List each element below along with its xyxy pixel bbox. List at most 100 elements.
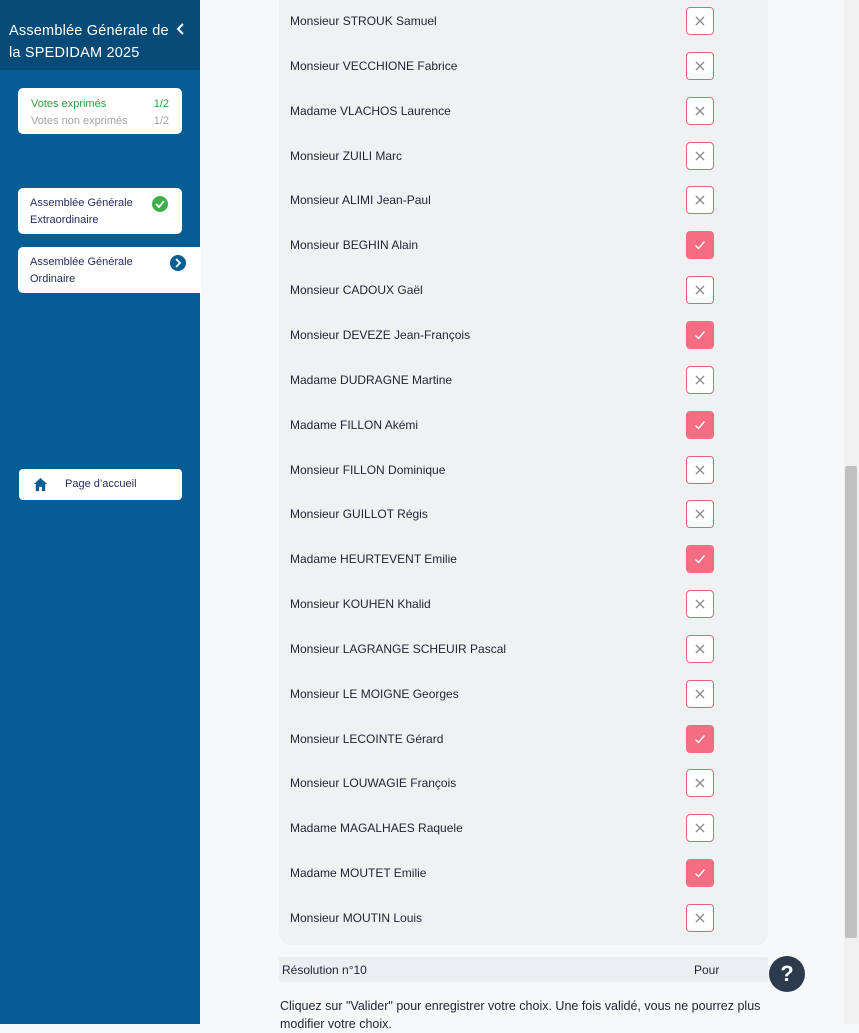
member-row: Madame MOUTET Emilie: [279, 852, 768, 897]
member-row: Madame VLACHOS Laurence: [279, 90, 768, 135]
sidebar: Assemblée Générale de la SPEDIDAM 2025 V…: [0, 0, 201, 1024]
member-name: Madame DUDRAGNE Martine: [290, 372, 453, 387]
vote-checkbox-unchecked[interactable]: [686, 679, 714, 708]
vote-checkbox-checked[interactable]: [686, 231, 714, 260]
close-icon: [695, 61, 705, 71]
check-icon: [695, 869, 706, 878]
close-icon: [695, 375, 705, 385]
close-icon: [695, 509, 705, 519]
app-title: Assemblée Générale de la SPEDIDAM 2025: [9, 23, 169, 61]
chevron-right-circle-icon: [170, 255, 186, 271]
home-icon: [33, 477, 48, 492]
vote-checkbox-unchecked[interactable]: [686, 276, 714, 305]
vote-checkbox-checked[interactable]: [686, 724, 714, 753]
votes-expressed-row: Votes exprimés 1/2: [31, 96, 169, 113]
member-name: Monsieur FILLON Dominique: [290, 462, 446, 477]
member-name: Monsieur DEVEZE Jean-François: [290, 327, 471, 342]
vote-checkbox-unchecked[interactable]: [686, 96, 714, 125]
member-row: Monsieur KOUHEN Khalid: [279, 583, 768, 628]
member-name: Monsieur LECOINTE Gérard: [290, 731, 444, 746]
vote-checkbox-unchecked[interactable]: [686, 904, 714, 932]
votes-not-expressed-count: 1/2: [153, 115, 169, 127]
vote-checkbox-unchecked[interactable]: [686, 51, 714, 80]
close-icon: [695, 465, 705, 474]
member-row: Monsieur MOUTIN Louis: [279, 897, 768, 942]
instructions-text: Cliquez sur "Valider" pour enregistrer v…: [280, 999, 761, 1031]
vote-checkbox-unchecked[interactable]: [686, 455, 714, 484]
member-row: Monsieur GUILLOT Régis: [279, 493, 768, 538]
vote-checkbox-unchecked[interactable]: [686, 769, 714, 798]
member-row: Monsieur LOUWAGIE François: [279, 762, 768, 807]
close-icon: [695, 599, 705, 609]
member-row: Monsieur VECCHIONE Fabrice: [279, 45, 768, 90]
close-icon: [695, 913, 705, 923]
resolution-label: Résolution n°10: [282, 963, 367, 977]
close-icon: [695, 106, 705, 116]
help-button[interactable]: ?: [769, 956, 805, 992]
vote-checkbox-checked[interactable]: [686, 320, 714, 349]
member-name: Monsieur STROUK Samuel: [290, 14, 437, 28]
home-label: Page d’accueil: [65, 478, 137, 490]
scrollbar-thumb[interactable]: [845, 466, 857, 938]
close-icon: [695, 689, 705, 699]
member-vote-list: Monsieur STROUK Samuel Monsieur VECCHIONE…: [279, 0, 768, 945]
member-row: Monsieur LAGRANGE SCHEUIR Pascal: [279, 628, 768, 673]
nav-item-label: Assemblée Générale Extraordinaire: [30, 197, 133, 226]
check-icon: [695, 555, 706, 564]
member-name: Monsieur ALIMI Jean-Paul: [290, 193, 431, 208]
member-row: Madame FILLON Akémi: [279, 404, 768, 449]
vote-checkbox-unchecked[interactable]: [686, 500, 714, 529]
vote-checkbox-unchecked[interactable]: [686, 814, 714, 843]
nav-item-label: Assemblée Générale Ordinaire: [30, 256, 133, 285]
member-row: Madame HEURTEVENT Emilie: [279, 538, 768, 583]
chevron-left-icon: [176, 23, 184, 35]
member-name: Monsieur GUILLOT Régis: [290, 507, 428, 522]
close-icon: [695, 778, 705, 788]
close-icon: [695, 285, 705, 295]
check-icon: [695, 420, 706, 430]
check-icon: [695, 330, 706, 340]
home-button[interactable]: Page d’accueil: [19, 469, 182, 500]
votes-not-expressed-row: Votes non exprimés 1/2: [31, 113, 169, 130]
sidebar-header: Assemblée Générale de la SPEDIDAM 2025: [0, 0, 200, 70]
vote-checkbox-unchecked[interactable]: [686, 7, 714, 35]
member-row: Monsieur ALIMI Jean-Paul: [279, 179, 768, 224]
vote-checkbox-checked[interactable]: [686, 410, 714, 439]
member-name: Monsieur LAGRANGE SCHEUIR Pascal: [290, 641, 507, 656]
member-name: Madame VLACHOS Laurence: [290, 103, 451, 118]
votes-summary: Votes exprimés 1/2 Votes non exprimés 1/…: [18, 88, 182, 134]
votes-not-expressed-label: Votes non exprimés: [31, 115, 128, 127]
member-row: Madame MAGALHAES Raquele: [279, 807, 768, 852]
nav-assemblee-ordinaire[interactable]: Assemblée Générale Ordinaire: [18, 247, 201, 293]
member-row: Monsieur STROUK Samuel: [279, 0, 768, 45]
close-icon: [695, 151, 705, 161]
vote-checkbox-unchecked[interactable]: [686, 141, 714, 170]
votes-expressed-label: Votes exprimés: [31, 98, 107, 110]
vote-checkbox-unchecked[interactable]: [686, 590, 714, 619]
nav-assemblee-extraordinaire[interactable]: Assemblée Générale Extraordinaire: [18, 188, 182, 234]
vote-checkbox-unchecked[interactable]: [686, 186, 714, 215]
member-name: Monsieur ZUILI Marc: [290, 148, 403, 163]
member-name: Madame FILLON Akémi: [290, 417, 419, 432]
member-name: Madame MOUTET Emilie: [290, 866, 427, 881]
check-icon: [695, 241, 706, 250]
vote-checkbox-unchecked[interactable]: [686, 634, 714, 663]
close-icon: [695, 644, 705, 654]
member-name: Madame MAGALHAES Raquele: [290, 821, 463, 836]
resolution-value: Pour: [694, 963, 720, 977]
member-row: Monsieur ZUILI Marc: [279, 135, 768, 180]
close-icon: [695, 823, 705, 833]
member-name: Monsieur MOUTIN Louis: [290, 911, 423, 925]
check-icon: [695, 734, 706, 744]
vote-checkbox-checked[interactable]: [686, 545, 714, 574]
vote-checkbox-unchecked[interactable]: [686, 365, 714, 394]
collapse-sidebar-button[interactable]: [172, 20, 190, 38]
vote-checkbox-checked[interactable]: [686, 859, 714, 888]
member-name: Madame HEURTEVENT Emilie: [290, 552, 457, 567]
member-row: Monsieur FILLON Dominique: [279, 449, 768, 494]
member-name: Monsieur BEGHIN Alain: [290, 238, 419, 253]
member-row: Monsieur LECOINTE Gérard: [279, 718, 768, 763]
close-icon: [695, 16, 705, 26]
resolution-bar: Résolution n°10 Pour: [279, 957, 768, 982]
member-row: Monsieur DEVEZE Jean-François: [279, 314, 768, 359]
